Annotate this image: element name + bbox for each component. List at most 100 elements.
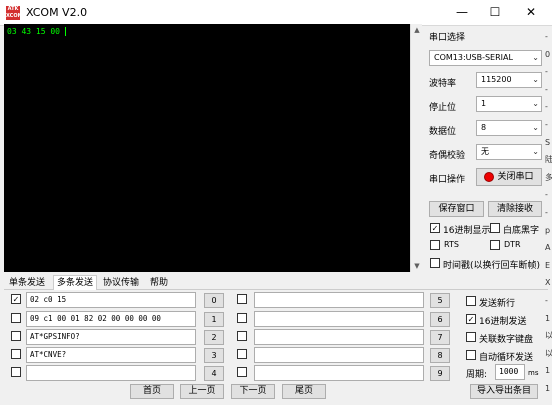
tab-multi-send[interactable]: 多条发送 xyxy=(53,275,98,290)
scroll-down-icon[interactable]: ▼ xyxy=(411,260,423,272)
row7-checkbox[interactable] xyxy=(237,331,247,341)
stop-bits-value: 1 xyxy=(481,99,487,108)
loop-send-label: 自动循环发送 xyxy=(479,353,534,363)
row9-checkbox[interactable] xyxy=(237,367,247,377)
dtr-checkbox[interactable] xyxy=(490,240,500,250)
save-window-button[interactable]: 保存窗口 xyxy=(429,201,484,217)
edge-char: - xyxy=(545,32,548,41)
row1-input[interactable]: 09 c1 00 01 82 02 00 00 00 00 xyxy=(26,311,196,327)
import-export-button[interactable]: 导入导出条目 xyxy=(470,384,538,399)
first-page-button[interactable]: 首页 xyxy=(130,384,174,399)
timestamp-checkbox[interactable] xyxy=(430,258,440,268)
close-port-button[interactable]: 关闭串口 xyxy=(476,168,542,186)
row9-send-button[interactable]: 9 xyxy=(430,366,450,381)
row2-send-button[interactable]: 2 xyxy=(204,330,224,345)
edge-char: - xyxy=(545,190,548,200)
chevron-down-icon: ⌄ xyxy=(532,147,539,156)
row4-send-button[interactable]: 4 xyxy=(204,366,224,381)
period-input[interactable]: 1000 xyxy=(495,364,525,380)
chevron-down-icon: ⌄ xyxy=(532,53,539,62)
edge-char: X xyxy=(545,278,551,288)
row1-checkbox[interactable] xyxy=(11,313,21,323)
edge-char: 以 xyxy=(545,348,552,358)
parity-select[interactable]: 无 ⌄ xyxy=(476,144,542,160)
row3-input[interactable]: AT*CNVE? xyxy=(26,347,196,363)
period-label: 周期: xyxy=(466,370,488,380)
row5-send-button[interactable]: 5 xyxy=(430,293,450,308)
row3-send-button[interactable]: 3 xyxy=(204,348,224,363)
row0-checkbox[interactable]: ✓ xyxy=(11,294,21,304)
row2-input[interactable]: AT*GPSINFO? xyxy=(26,329,196,345)
chevron-down-icon: ⌄ xyxy=(532,75,539,84)
last-page-button[interactable]: 尾页 xyxy=(282,384,326,399)
port-select[interactable]: COM13:USB-SERIAL ⌄ xyxy=(429,50,542,66)
row6-send-button[interactable]: 6 xyxy=(430,312,450,327)
row0-send-button[interactable]: 0 xyxy=(204,293,224,308)
close-port-label: 关闭串口 xyxy=(497,172,534,182)
baud-select[interactable]: 115200 ⌄ xyxy=(476,72,542,88)
next-page-button[interactable]: 下一页 xyxy=(231,384,275,399)
newline-checkbox[interactable] xyxy=(466,296,476,306)
data-bits-select[interactable]: 8 ⌄ xyxy=(476,120,542,136)
edge-char: - xyxy=(545,67,548,77)
loop-send-checkbox[interactable] xyxy=(466,350,476,360)
minimize-button[interactable]: — xyxy=(445,2,479,22)
row8-send-button[interactable]: 8 xyxy=(430,348,450,363)
row2-checkbox[interactable] xyxy=(11,331,21,341)
parity-label: 奇偶校验 xyxy=(429,151,466,161)
maximize-button[interactable]: ☐ xyxy=(478,2,512,22)
row6-checkbox[interactable] xyxy=(237,313,247,323)
port-value: COM13:USB-SERIAL xyxy=(434,53,513,62)
row5-checkbox[interactable] xyxy=(237,294,247,304)
hex-display-checkbox[interactable]: ✓ xyxy=(430,223,440,233)
edge-char: 陆 xyxy=(545,155,552,165)
stop-bits-select[interactable]: 1 ⌄ xyxy=(476,96,542,112)
row8-input[interactable] xyxy=(254,347,424,363)
scroll-up-icon[interactable]: ▲ xyxy=(411,24,423,36)
text-cursor xyxy=(64,27,66,36)
row9-input[interactable] xyxy=(254,365,424,381)
clear-receive-button[interactable]: 清除接收 xyxy=(488,201,542,217)
row0-input[interactable]: 02 c0 15 xyxy=(26,292,196,308)
edge-char: p xyxy=(545,225,551,235)
edge-char: 0 xyxy=(545,49,551,59)
row5-input[interactable] xyxy=(254,292,424,308)
row3-checkbox[interactable] xyxy=(11,349,21,359)
white-bg-label: 白底黑字 xyxy=(503,226,540,236)
row7-send-button[interactable]: 7 xyxy=(430,330,450,345)
data-bits-value: 8 xyxy=(481,123,487,132)
window-title: XCOM V2.0 xyxy=(26,6,88,19)
white-bg-checkbox[interactable] xyxy=(490,223,500,233)
receive-terminal[interactable]: 03 43 15 00 xyxy=(4,24,410,272)
edge-char: - xyxy=(545,84,548,94)
dtr-label: DTR xyxy=(504,240,521,249)
background-window-edge: - 0 - - - - S 陆 多 - - p A E X - 1 以 以 1 … xyxy=(545,28,552,398)
tab-help[interactable]: 帮助 xyxy=(147,276,171,290)
edge-char: A xyxy=(545,243,551,253)
row6-input[interactable] xyxy=(254,311,424,327)
edge-char: 1 xyxy=(545,366,551,376)
row8-checkbox[interactable] xyxy=(237,349,247,359)
close-button[interactable]: ✕ xyxy=(514,2,548,22)
baud-value: 115200 xyxy=(481,75,512,84)
rts-label: RTS xyxy=(444,240,459,249)
row7-input[interactable] xyxy=(254,329,424,345)
terminal-scrollbar[interactable]: ▲ ▼ xyxy=(410,24,422,272)
chevron-down-icon: ⌄ xyxy=(532,99,539,108)
edge-char: 1 xyxy=(545,313,551,323)
port-op-label: 串口操作 xyxy=(429,175,466,185)
edge-char: 以 xyxy=(545,331,552,341)
tab-single-send[interactable]: 单条发送 xyxy=(6,276,48,290)
edge-char: 多 xyxy=(545,172,552,182)
rts-checkbox[interactable] xyxy=(430,240,440,250)
port-status-icon xyxy=(484,171,495,182)
edge-char: - xyxy=(545,119,548,129)
tab-protocol[interactable]: 协议传输 xyxy=(100,276,142,290)
row4-input[interactable] xyxy=(26,365,196,381)
numkeypad-checkbox[interactable] xyxy=(466,332,476,342)
row1-send-button[interactable]: 1 xyxy=(204,312,224,327)
row4-checkbox[interactable] xyxy=(11,367,21,377)
hex-send-checkbox[interactable]: ✓ xyxy=(466,314,476,324)
prev-page-button[interactable]: 上一页 xyxy=(180,384,224,399)
edge-char: - xyxy=(545,102,548,112)
